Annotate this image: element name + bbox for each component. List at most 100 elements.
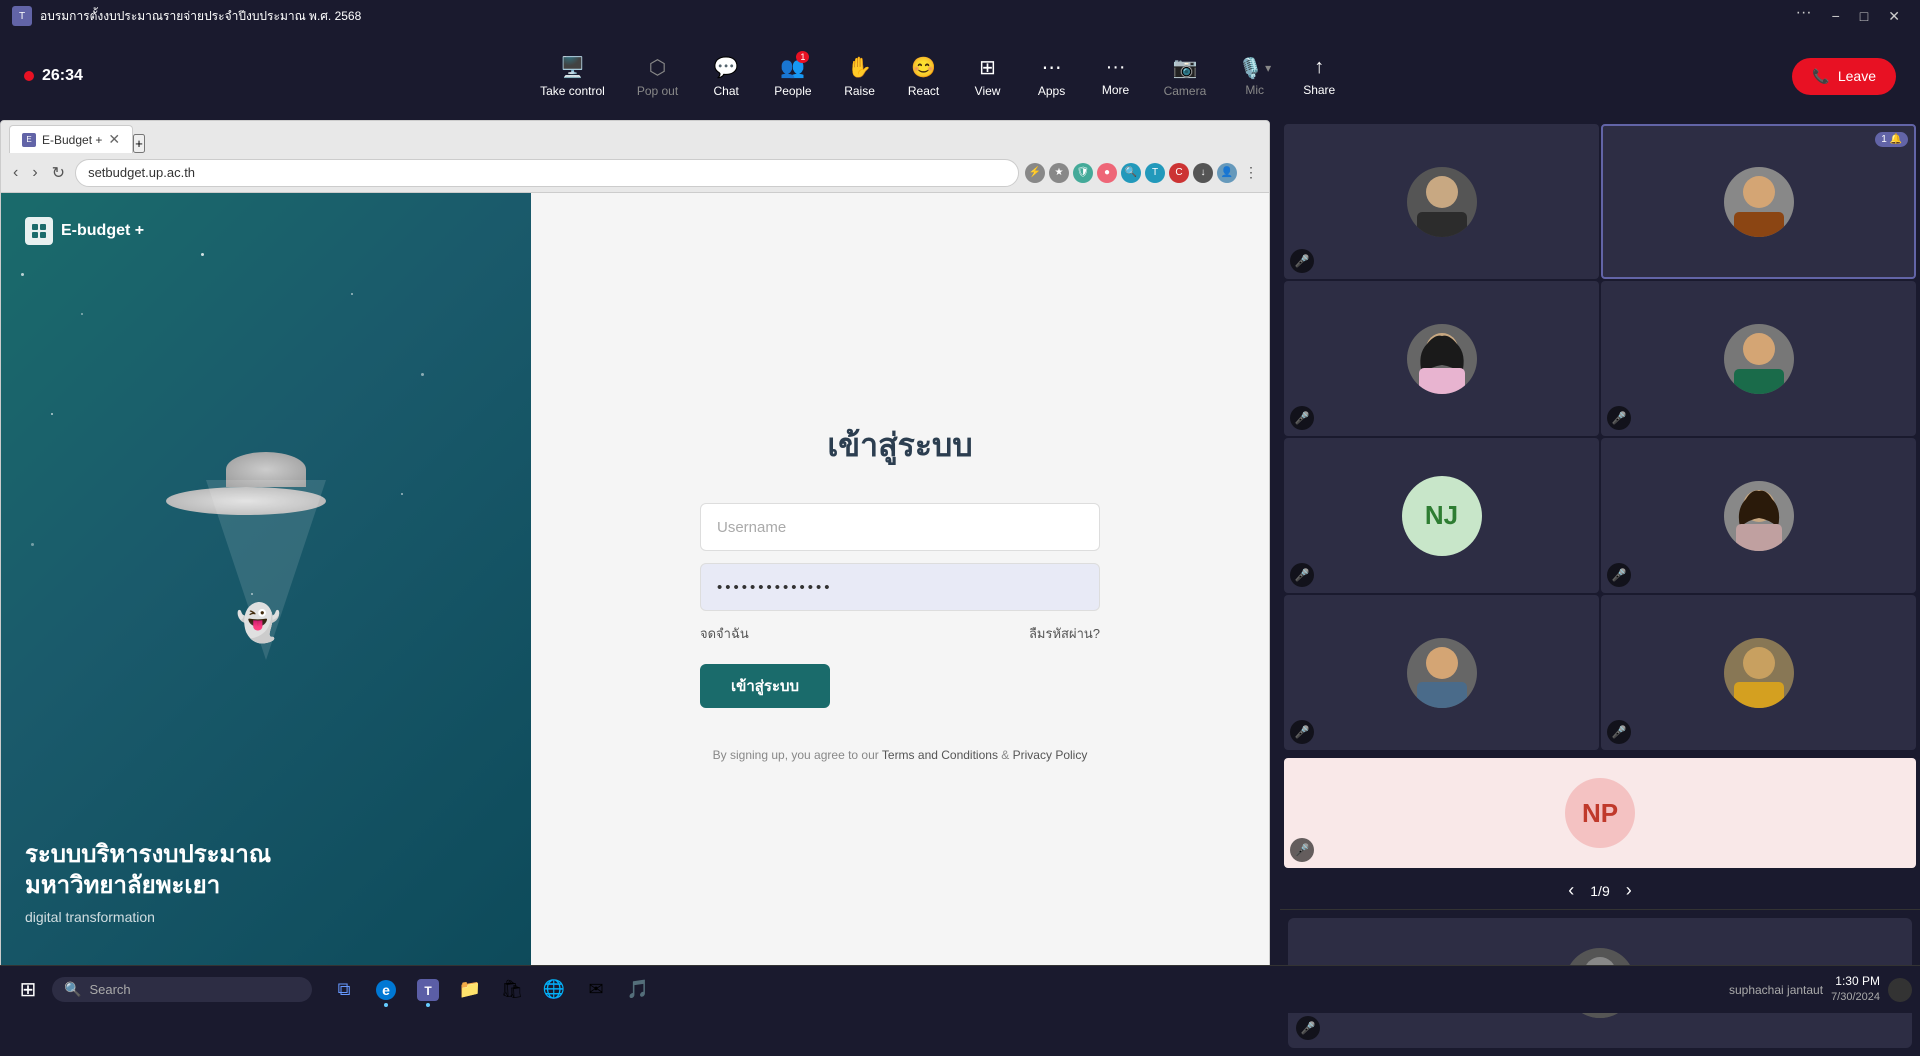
apps-button[interactable]: ⋯ Apps [1024,47,1080,106]
username-input[interactable] [700,503,1100,551]
leave-button[interactable]: 📞 Leave [1792,58,1896,95]
participant-avatar-2 [1724,167,1794,237]
terms-prefix: By signing up, you agree to our [713,748,882,762]
participant-avatar-1 [1407,167,1477,237]
extensions-icon[interactable]: ⚡ [1025,163,1045,183]
share-icon: ↑ [1314,56,1324,79]
taskbar-edge[interactable]: e [366,970,406,1010]
c-icon[interactable]: C [1169,163,1189,183]
taskbar-store[interactable]: 🛍 [492,970,532,1010]
password-input[interactable] [700,563,1100,611]
shield-icon[interactable]: 🛡 [1073,163,1093,183]
share-button[interactable]: ↑ Share [1291,48,1347,105]
date-display: 7/30/2024 [1831,990,1880,1005]
more-options-icon[interactable]: ··· [1788,4,1820,29]
react-button[interactable]: 😊 React [896,47,952,106]
taskbar-search-box[interactable]: 🔍 Search [52,977,312,1002]
mic-icon: 🎙️ [1238,56,1263,81]
terms-text: By signing up, you agree to our Terms an… [700,748,1100,762]
react-icon: 😊 [911,55,936,80]
people-badge: 1 [796,51,809,63]
ebudget-right-panel: เข้าสู่ระบบ จดจำฉัน ลืมรหัสผ่าน? เข้าสู่… [531,193,1269,989]
ufo-illustration: 👻 [25,245,507,839]
people-button[interactable]: 👥 1 People [762,47,823,106]
view-button[interactable]: ⊞ View [960,47,1016,106]
browser-tab-active[interactable]: E E-Budget + ✕ [9,125,133,153]
color-icon[interactable]: ● [1097,163,1117,183]
minimize-button[interactable]: − [1824,4,1848,29]
taskbar-right: suphachai jantaut 1:30 PM 7/30/2024 [1729,973,1912,1005]
participant-avatar-8 [1724,638,1794,708]
teams-toolbar: 26:34 🖥️ Take control ⬡ Pop out 💬 Chat 👥… [0,32,1920,120]
participant-tile-8: 🎤 [1601,595,1916,750]
start-button[interactable]: ⊞ [8,970,48,1010]
participant-mute-1: 🎤 [1290,249,1314,273]
participant-avatar-3 [1407,324,1477,394]
participant-tile-3: 🎤 [1284,281,1599,436]
participant-mute-3: 🎤 [1290,406,1314,430]
browser-window: E E-Budget + ✕ + ‹ › ↻ setbudget.up.ac.t… [0,120,1270,990]
search-lens-icon[interactable]: 🔍 [1121,163,1141,183]
bookmark-icon[interactable]: ★ [1049,163,1069,183]
participant-tile-np: NP 🎤 [1284,758,1916,868]
chat-icon: 💬 [714,55,739,80]
privacy-link[interactable]: Privacy Policy [1013,748,1088,762]
taskbar-files[interactable]: 📁 [450,970,490,1010]
recording-indicator: 26:34 [24,67,83,85]
taskbar-apps: ⧉ e T 📁 🛍 🌐 ✉ 🎵 [324,970,658,1010]
url-text: setbudget.up.ac.th [88,165,195,180]
refresh-button[interactable]: ↻ [48,159,69,187]
address-bar[interactable]: setbudget.up.ac.th [75,159,1019,187]
time-display: 1:30 PM [1831,973,1880,990]
login-heading: เข้าสู่ระบบ [700,420,1100,471]
login-button[interactable]: เข้าสู่ระบบ [700,664,830,708]
new-tab-button[interactable]: + [133,134,145,153]
participant-tile-2: 1 🔔 [1601,124,1916,279]
more-button[interactable]: ··· More [1088,48,1144,105]
participant-tile-1: 🎤 [1284,124,1599,279]
camera-button[interactable]: 📷 Camera [1152,47,1219,106]
svg-text:e: e [382,982,390,998]
chat-button[interactable]: 💬 Chat [698,47,754,106]
leave-phone-icon: 📞 [1812,68,1829,85]
edge-indicator [384,1003,388,1007]
tab-favicon: E [22,133,36,147]
taskbar-browser2[interactable]: 🌐 [534,970,574,1010]
remember-me-label[interactable]: จดจำฉัน [700,623,749,644]
prev-page-button[interactable]: ‹ [1568,880,1574,901]
profile-icon[interactable]: 👤 [1217,163,1237,183]
save-icon[interactable]: ↓ [1193,163,1213,183]
tab-close-button[interactable]: ✕ [108,131,120,148]
taskbar: ⊞ 🔍 Search ⧉ e T 📁 🛍 🌐 ✉ 🎵 suphachai jan… [0,965,1920,1013]
participant-mute-6: 🎤 [1607,563,1631,587]
terms-link[interactable]: Terms and Conditions [882,748,998,762]
participant-mute-8: 🎤 [1607,720,1631,744]
ebudget-left-panel: E-budget + [1,193,531,989]
back-button[interactable]: ‹ [9,160,22,186]
taskbar-teams[interactable]: T [408,970,448,1010]
participant-mute-np: 🎤 [1290,838,1314,862]
translate-icon[interactable]: T [1145,163,1165,183]
maximize-button[interactable]: □ [1852,4,1876,29]
forgot-password-link[interactable]: ลืมรหัสผ่าน? [1029,623,1100,644]
recording-dot [24,71,34,81]
close-button[interactable]: ✕ [1880,4,1908,29]
search-label: Search [89,982,130,997]
next-page-button[interactable]: › [1626,880,1632,901]
taskbar-other[interactable]: 🎵 [618,970,658,1010]
menu-icon[interactable]: ⋮ [1241,163,1261,183]
search-icon: 🔍 [64,981,81,998]
participant-tile-4: 🎤 [1601,281,1916,436]
notification-area[interactable] [1888,978,1912,1002]
pop-out-button[interactable]: ⬡ Pop out [625,47,690,106]
forward-button[interactable]: › [28,160,41,186]
mic-button[interactable]: 🎙️ ▾ Mic [1226,48,1283,105]
taskbar-taskview[interactable]: ⧉ [324,970,364,1010]
participant-avatar-7 [1407,638,1477,708]
participant-avatar-np: NP [1565,778,1635,848]
raise-button[interactable]: ✋ Raise [832,47,888,106]
ghost-character: 👻 [236,602,281,644]
taskbar-clock: 1:30 PM 7/30/2024 [1831,973,1880,1005]
taskbar-mail[interactable]: ✉ [576,970,616,1010]
take-control-button[interactable]: 🖥️ Take control [528,47,617,106]
